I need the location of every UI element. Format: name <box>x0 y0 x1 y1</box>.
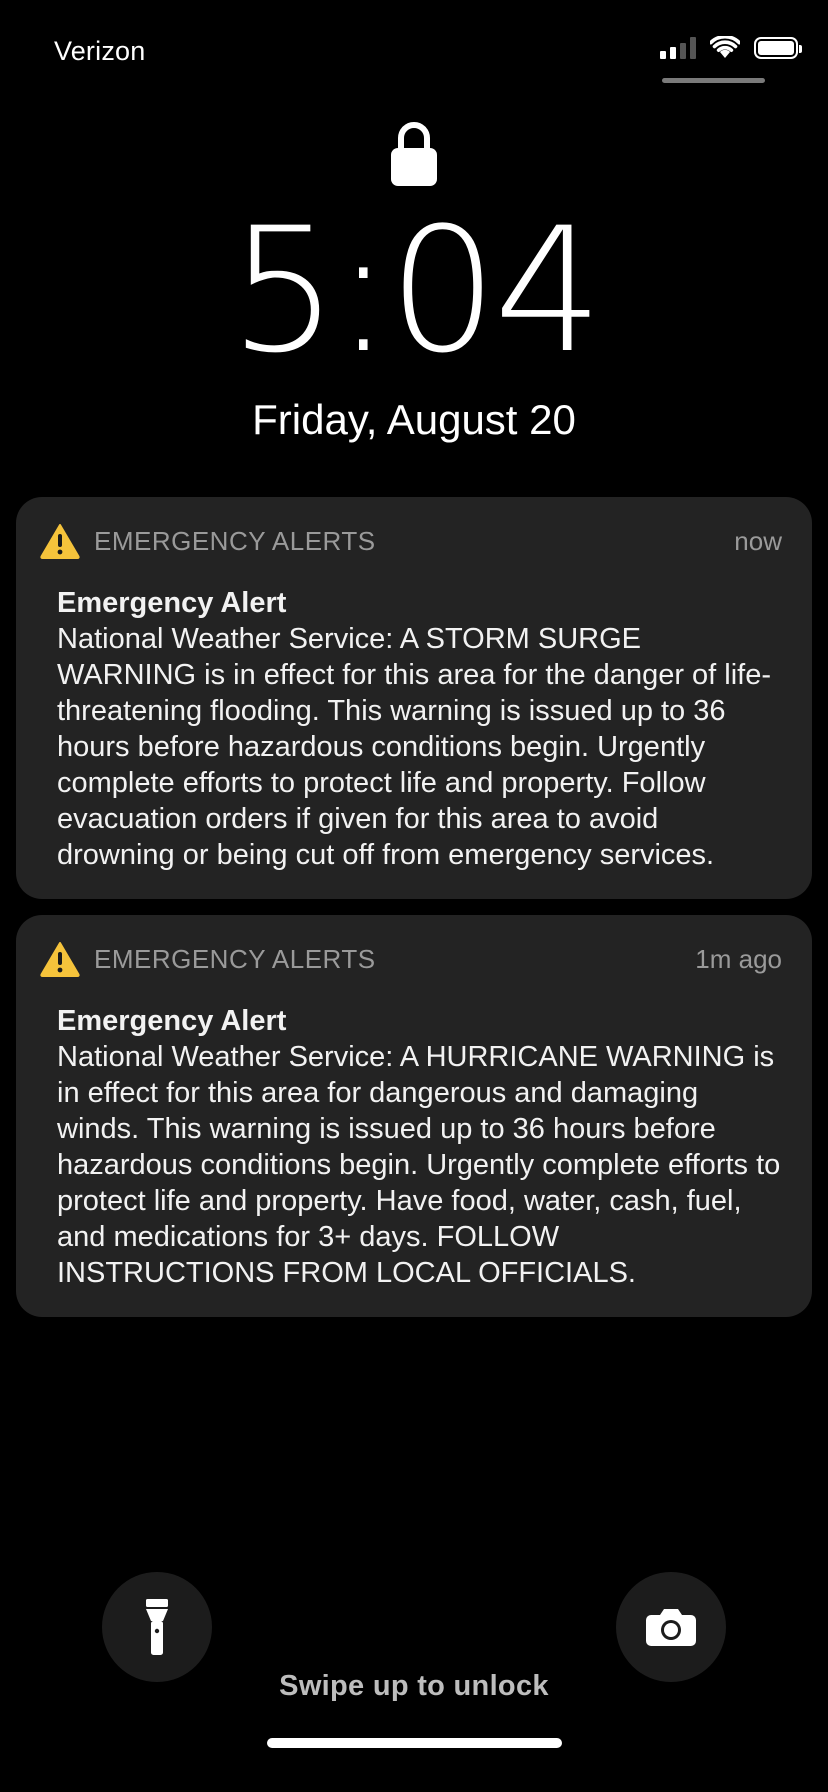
status-bar: Verizon <box>0 0 828 100</box>
notification-title: Emergency Alert <box>57 587 287 619</box>
flashlight-button[interactable] <box>102 1572 212 1682</box>
carrier-name: Verizon <box>54 36 146 66</box>
swipe-up-hint: Swipe up to unlock <box>279 1670 549 1702</box>
notification-time: now <box>734 525 782 556</box>
notification-app-name: EMERGENCY ALERTS <box>94 943 376 974</box>
battery-icon <box>754 37 802 59</box>
warning-icon <box>40 942 80 977</box>
notification-app-name: EMERGENCY ALERTS <box>94 525 376 556</box>
flashlight-icon <box>146 1599 168 1655</box>
home-indicator[interactable] <box>267 1738 562 1748</box>
notification-header: EMERGENCY ALERTS 1m ago <box>40 935 782 983</box>
clock-time: 5:04 <box>228 190 603 391</box>
notification-card[interactable]: EMERGENCY ALERTS now Emergency Alert Nat… <box>16 497 812 899</box>
camera-icon <box>646 1609 696 1646</box>
notification-time: 1m ago <box>695 943 782 974</box>
camera-button[interactable] <box>616 1572 726 1682</box>
control-center-indicator[interactable] <box>662 78 765 83</box>
lock-icon <box>391 122 437 186</box>
notification-title: Emergency Alert <box>57 1005 287 1037</box>
status-icons <box>660 36 802 60</box>
notification-header: EMERGENCY ALERTS now <box>40 517 782 565</box>
notification-body: National Weather Service: A STORM SURGE … <box>57 623 772 871</box>
wifi-icon <box>710 36 740 58</box>
notification-body: National Weather Service: A HURRICANE WA… <box>57 1041 781 1289</box>
clock-date: Friday, August 20 <box>252 396 576 443</box>
cellular-signal-icon <box>660 37 696 59</box>
warning-icon <box>40 524 80 559</box>
notification-card[interactable]: EMERGENCY ALERTS 1m ago Emergency Alert … <box>16 915 812 1317</box>
